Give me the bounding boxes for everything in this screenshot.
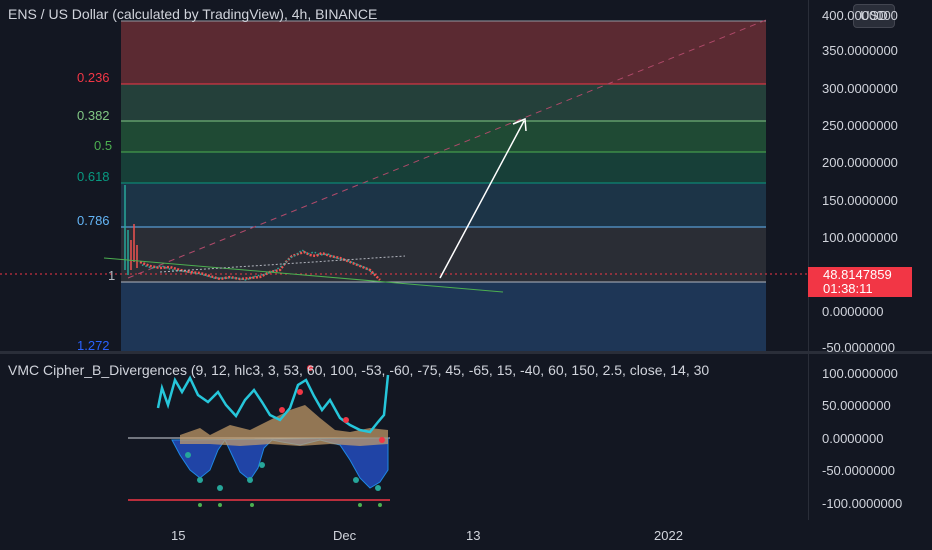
axis-divider [808,0,809,520]
time-tick: 15 [171,528,186,543]
last-price-badge: 48.8147859 01:38:11 [808,267,912,297]
fib-label-0618: 0.618 [77,169,110,184]
indicator-tick: -100.0000000 [822,496,903,511]
price-tick: 200.0000000 [822,155,898,170]
fib-label-0382: 0.382 [77,108,110,123]
fib-zone-2 [121,121,766,152]
fib-zone-3 [121,152,766,183]
fib-label-1: 1 [108,268,116,283]
time-tick: 2022 [654,528,683,543]
price-tick: 100.0000000 [822,230,898,245]
fib-zone-4 [121,183,766,227]
indicator-tick: 100.0000000 [822,366,898,381]
price-tick: 150.0000000 [822,193,898,208]
fib-zone-5 [121,227,766,282]
chart-canvas[interactable] [0,0,932,550]
time-tick: 13 [466,528,481,543]
price-tick: 300.0000000 [822,81,898,96]
fib-zone-0 [121,21,766,84]
price-tick: 400.0000000 [822,8,898,23]
fib-label-0786: 0.786 [77,213,110,228]
price-tick: -50.0000000 [822,340,896,355]
pane-divider[interactable] [0,351,932,354]
fib-label-1272: 1.272 [77,338,110,353]
fib-zone-1 [121,84,766,121]
last-price-value: 48.8147859 [823,267,892,282]
indicator-title[interactable]: VMC Cipher_B_Divergences (9, 12, hlc3, 3… [8,362,808,378]
fib-zone-6 [121,282,766,352]
indicator-tick: 50.0000000 [822,398,891,413]
indicator-tick: -50.0000000 [822,463,896,478]
bar-countdown: 01:38:11 [823,281,873,296]
price-tick: 250.0000000 [822,118,898,133]
chart-title: ENS / US Dollar (calculated by TradingVi… [8,6,378,22]
fib-label-05: 0.5 [94,138,113,153]
price-tick: 350.0000000 [822,43,898,58]
fib-label-0236: 0.236 [77,70,110,85]
time-tick: Dec [333,528,357,543]
price-tick: 0.0000000 [822,304,884,319]
indicator-tick: 0.0000000 [822,431,884,446]
